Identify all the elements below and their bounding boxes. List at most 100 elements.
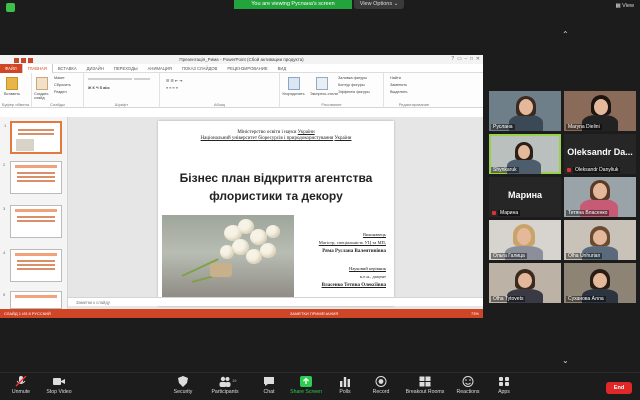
shape-outline-label[interactable]: Контур фигуры xyxy=(338,83,365,87)
font-name-box[interactable] xyxy=(88,78,132,80)
record-button[interactable]: Record xyxy=(370,376,392,395)
thumb-band xyxy=(15,165,57,168)
view-options-button[interactable]: View Options ⌄ xyxy=(354,0,404,9)
create-slide-label[interactable]: Создать слайд xyxy=(34,92,54,100)
participant-tile[interactable]: Руслана xyxy=(489,91,561,131)
reactions-button[interactable]: Reactions xyxy=(454,376,482,395)
unmute-button[interactable]: Unmute xyxy=(8,376,34,395)
flower xyxy=(266,225,280,238)
slide-title-line-1: Бізнес план відкриття агентства xyxy=(179,171,373,185)
tab-file[interactable]: ФАЙЛ xyxy=(0,63,22,73)
end-meeting-button[interactable]: End xyxy=(606,382,632,394)
arrange-icon[interactable] xyxy=(288,77,300,90)
participant-name: Maryna Dielini xyxy=(566,124,602,130)
paste-label[interactable]: Вставить xyxy=(4,92,20,96)
flower xyxy=(246,249,262,264)
arrange-label[interactable]: Упорядочить xyxy=(282,92,305,96)
stop-video-button[interactable]: Stop Video xyxy=(44,376,74,395)
status-notes-comments[interactable]: ЗАМЕТКИ ПРИМЕЧАНИЯ xyxy=(290,309,338,318)
breakout-rooms-button[interactable]: Breakout Rooms xyxy=(403,376,447,395)
person-face xyxy=(594,99,608,115)
undo-icon[interactable] xyxy=(27,58,33,63)
security-button[interactable]: Security xyxy=(172,376,194,395)
participant-name: Ольга Галица xyxy=(491,253,527,259)
participant-tile[interactable]: Maryna Dielini xyxy=(564,91,636,131)
thumb-text xyxy=(18,133,54,135)
thumb-band xyxy=(15,209,57,212)
chat-label: Chat xyxy=(263,389,275,395)
styles-icon[interactable] xyxy=(316,77,328,90)
meeting-topbar: You are viewing Руслана's screen View Op… xyxy=(0,0,640,12)
tab-insert[interactable]: ВСТАВКА xyxy=(53,64,82,73)
group-editing: Найти Заменить Выделить Редактирование xyxy=(384,73,444,108)
reactions-label: Reactions xyxy=(456,389,480,395)
tab-home[interactable]: ГЛАВНАЯ xyxy=(21,63,53,73)
slide-thumb-4[interactable]: 4 xyxy=(3,249,62,282)
group-font: Ж К Ч S abc Шрифт xyxy=(84,73,160,108)
slide-thumb-2[interactable]: 2 xyxy=(3,161,62,194)
font-size-box[interactable] xyxy=(134,78,150,80)
tab-transitions[interactable]: ПЕРЕХОДЫ xyxy=(109,64,143,73)
ribbon: Вставить Буфер обмена Создать слайд Маке… xyxy=(0,73,483,108)
replace-label[interactable]: Заменить xyxy=(390,83,407,87)
list-buttons[interactable]: ☰ ☰ ⇤ ⇥ xyxy=(166,78,182,83)
participant-tile[interactable]: Суханова Алла xyxy=(564,263,636,303)
slide-title-line-2: флористики та декору xyxy=(209,189,343,203)
reset-label[interactable]: Сбросить xyxy=(54,83,71,87)
layout-label[interactable]: Макет xyxy=(54,76,65,80)
tab-review[interactable]: РЕЦЕНЗИРОВАНИЕ xyxy=(222,64,272,73)
performer-name: Ряма Руслана Валентинівна xyxy=(322,249,386,254)
person-face xyxy=(593,230,607,245)
performer-specialty: Магістр, спеціальність УЦ та МП, xyxy=(318,240,386,245)
participant-tile[interactable]: Oleksandr Da... Oleksandr Danyliuk xyxy=(564,134,636,174)
font-format-buttons[interactable]: Ж К Ч S abc xyxy=(88,86,110,90)
zoom-level[interactable]: 73% xyxy=(471,309,479,318)
tab-slideshow[interactable]: ПОКАЗ СЛАЙДОВ xyxy=(177,64,222,73)
view-button[interactable]: ▦ View xyxy=(615,3,634,9)
shield-icon[interactable] xyxy=(6,3,15,12)
participant-tile[interactable]: Марина Марина xyxy=(489,177,561,217)
select-label[interactable]: Выделить xyxy=(390,90,408,94)
section-label[interactable]: Раздел xyxy=(54,90,67,94)
performer-label: Виконавець xyxy=(362,232,386,237)
new-slide-icon[interactable] xyxy=(36,77,48,90)
align-buttons[interactable]: ≡ ≡ ≡ ≡ xyxy=(166,86,178,90)
notes-pane[interactable]: Заметки к слайду xyxy=(68,297,483,306)
slide-thumb-5[interactable]: 5 xyxy=(3,291,62,309)
participant-tile-active-speaker[interactable]: Shynkaruk xyxy=(489,134,561,174)
university-word-2: природокористування xyxy=(286,136,334,141)
gallery-down-arrow-icon[interactable]: ⌄ xyxy=(562,356,569,365)
gallery-up-arrow-icon[interactable]: ⌃ xyxy=(562,30,569,39)
participant-tile[interactable]: Olha Unhurian xyxy=(564,220,636,260)
thumb-text xyxy=(17,172,55,174)
participant-tile[interactable]: Тетяна Власенко xyxy=(564,177,636,217)
slide-thumb-3[interactable]: 3 xyxy=(3,205,62,238)
participants-button[interactable]: 19 Participants xyxy=(210,376,240,395)
save-icon[interactable] xyxy=(20,58,26,63)
paste-icon[interactable] xyxy=(6,77,18,90)
reactions-icon xyxy=(462,376,474,387)
find-label[interactable]: Найти xyxy=(390,76,401,80)
tab-animation[interactable]: АНИМАЦИЯ xyxy=(143,64,177,73)
view-label: View xyxy=(622,3,634,9)
apps-button[interactable]: Apps xyxy=(494,376,514,395)
tab-view[interactable]: ВИД xyxy=(273,64,292,73)
university-word-1: біоресурсів xyxy=(258,136,283,141)
ministry-text: Міністерство освіти і науки xyxy=(237,130,298,135)
group-drawing: Упорядочить Экспресс-стили Заливка фигур… xyxy=(280,73,384,108)
chat-button[interactable]: Chat xyxy=(260,376,278,395)
slide-thumb-1[interactable]: 1 xyxy=(4,121,62,154)
window-controls[interactable]: ? ▭ – □ ✕ xyxy=(451,55,480,64)
slide-canvas[interactable]: Міністерство освіти і науки України Наці… xyxy=(158,121,394,306)
share-screen-button[interactable]: Share Screen xyxy=(288,376,324,395)
shape-fill-label[interactable]: Заливка фигуры xyxy=(338,76,367,80)
express-styles-label[interactable]: Экспресс-стили xyxy=(310,92,338,96)
group-slides: Создать слайд Макет Сбросить Раздел Слай… xyxy=(32,73,84,108)
polls-button[interactable]: Polls xyxy=(336,376,354,395)
quick-access-toolbar[interactable] xyxy=(4,57,44,63)
tab-design[interactable]: ДИЗАЙН xyxy=(82,64,109,73)
participant-tile[interactable]: Ольга Галица xyxy=(489,220,561,260)
participant-tile[interactable]: Olha Tytovets xyxy=(489,263,561,303)
shape-effects-label[interactable]: Эффекты фигуры xyxy=(338,90,370,94)
participant-name: Olha Unhurian xyxy=(566,253,603,259)
